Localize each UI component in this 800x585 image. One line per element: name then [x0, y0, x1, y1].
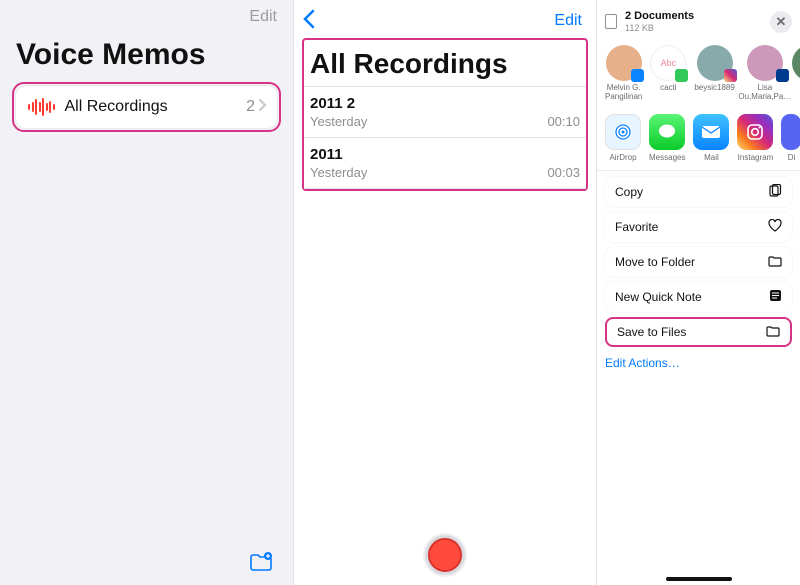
waveform-icon	[28, 98, 55, 116]
share-contact[interactable]: Abc cacti	[650, 45, 686, 102]
sidebar-edit-button[interactable]: Edit	[249, 8, 277, 26]
share-contact[interactable]: Lisa Ou,Maria,Pa…	[743, 45, 787, 102]
share-app-mail[interactable]: Mail	[693, 114, 729, 162]
action-label: New Quick Note	[615, 290, 702, 304]
avatar	[792, 45, 800, 81]
share-header-title: 2 Documents	[625, 10, 762, 22]
copy-icon	[768, 184, 782, 201]
list-title: All Recordings	[304, 40, 586, 87]
action-label: Copy	[615, 185, 643, 199]
sidebar-title: Voice Memos	[0, 26, 293, 82]
recording-date: Yesterday	[310, 165, 367, 180]
folder-row-label: All Recordings	[65, 98, 247, 116]
home-indicator	[666, 577, 732, 581]
app-badge-icon	[724, 69, 737, 82]
folder-plus-icon	[249, 552, 273, 572]
document-icon	[605, 14, 617, 29]
recordings-highlight: All Recordings 2011 2 Yesterday 00:10 20…	[302, 38, 588, 191]
action-new-quick-note[interactable]: New Quick Note	[605, 282, 792, 312]
share-app-instagram[interactable]: Instagram	[737, 114, 773, 162]
action-favorite[interactable]: Favorite	[605, 212, 792, 242]
recording-date: Yesterday	[310, 114, 367, 129]
folder-row-count: 2	[246, 98, 255, 116]
folder-icon	[768, 255, 782, 270]
app-label: Mail	[704, 153, 719, 162]
folder-row-highlight: All Recordings 2	[12, 82, 281, 132]
app-badge-icon	[776, 69, 789, 82]
recording-row[interactable]: 2011 2 Yesterday 00:10	[304, 87, 586, 138]
recording-duration: 00:10	[547, 114, 580, 129]
recording-name: 2011	[310, 146, 580, 163]
share-app-more[interactable]: Di	[781, 114, 800, 162]
contact-name: beysic1889	[694, 84, 734, 102]
app-label: Instagram	[738, 153, 774, 162]
messages-icon	[649, 114, 685, 150]
recording-duration: 00:03	[547, 165, 580, 180]
share-app-airdrop[interactable]: AirDrop	[605, 114, 641, 162]
note-icon	[769, 289, 782, 305]
action-save-to-files[interactable]: Save to Files	[605, 317, 792, 347]
contact-name: Lisa Ou,Maria,Pa…	[738, 84, 791, 102]
folder-icon	[766, 325, 780, 340]
chevron-right-icon	[259, 98, 267, 116]
share-contact[interactable]: Melvin G. Pangilinan	[605, 45, 642, 102]
airdrop-icon	[605, 114, 641, 150]
share-app-messages[interactable]: Messages	[649, 114, 685, 162]
record-button[interactable]	[425, 535, 465, 575]
close-icon: ✕	[776, 14, 787, 30]
app-badge-icon	[631, 69, 644, 82]
recording-name: 2011 2	[310, 95, 580, 112]
share-contact[interactable]: beysic1889	[694, 45, 734, 102]
share-header-subtitle: 112 KB	[625, 23, 762, 33]
action-label: Favorite	[615, 220, 658, 234]
action-copy[interactable]: Copy	[605, 177, 792, 207]
action-label: Move to Folder	[615, 255, 695, 269]
app-badge-icon	[675, 69, 688, 82]
action-move-to-folder[interactable]: Move to Folder	[605, 247, 792, 277]
back-button[interactable]	[302, 9, 316, 34]
list-edit-button[interactable]: Edit	[554, 12, 582, 30]
close-button[interactable]: ✕	[770, 11, 792, 33]
mail-icon	[693, 114, 729, 150]
recording-row[interactable]: 2011 Yesterday 00:03	[304, 138, 586, 189]
new-folder-button[interactable]	[249, 552, 273, 577]
app-label: AirDrop	[609, 153, 636, 162]
instagram-icon	[737, 114, 773, 150]
app-label: Messages	[649, 153, 685, 162]
contact-name: Melvin G. Pangilinan	[605, 84, 642, 102]
folder-row-all-recordings[interactable]: All Recordings 2	[16, 86, 277, 128]
action-label: Save to Files	[617, 325, 686, 339]
share-contact[interactable]	[795, 45, 800, 102]
edit-actions-link[interactable]: Edit Actions…	[597, 352, 800, 374]
heart-icon	[768, 219, 782, 235]
contact-name: cacti	[660, 84, 676, 102]
app-label: Di	[788, 153, 796, 162]
discord-icon	[781, 114, 800, 150]
